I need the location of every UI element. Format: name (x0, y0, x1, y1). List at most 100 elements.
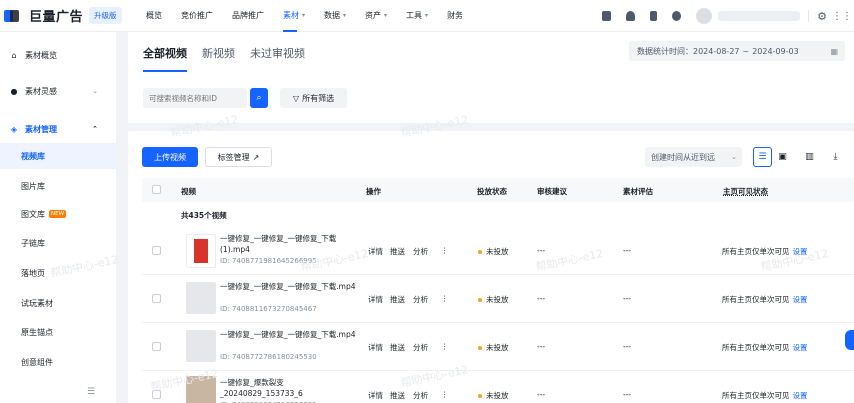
sidebar-sub-image-library[interactable]: 图片库 (0, 173, 116, 199)
push-link[interactable]: 推送 (390, 294, 405, 305)
visibility-settings-link[interactable]: 设置 (793, 247, 808, 256)
video-thumbnail[interactable] (186, 234, 216, 268)
search-button[interactable]: ⌕ (250, 88, 268, 108)
list-view-button[interactable]: ☰ (753, 147, 772, 167)
sidebar-item-overview[interactable]: ⌂ 素材概览 (0, 42, 116, 68)
grid-view-button[interactable]: ▣ (773, 147, 792, 167)
video-thumbnail[interactable] (186, 376, 216, 403)
app-grid-icon[interactable]: ⋮⋮ (832, 11, 852, 22)
analyze-link[interactable]: 分析 (413, 246, 428, 257)
visibility-settings-link[interactable]: 设置 (793, 343, 808, 352)
tag-manage-button[interactable]: 标签管理 ↗ (205, 147, 272, 167)
video-name[interactable]: 一键修复_爆款裂变_20240829_153733_6 (220, 377, 360, 399)
video-name[interactable]: 一键修复_一键修复_一键修复_下载.mp4 (220, 281, 360, 292)
review-value: --- (537, 246, 546, 255)
tab-all-videos[interactable]: 全部视频 (143, 45, 187, 72)
document-icon[interactable] (602, 11, 612, 21)
filter-card: 全部视频 新视频 未过审视频 数据统计时间： 2024-08-27 ~ 2024… (128, 32, 854, 123)
table-row[interactable]: 一键修复_一键修复_一键修复_下载.mp4 ID: 74088116732708… (142, 275, 854, 323)
col-review: 审核建议 (537, 187, 567, 196)
visibility-settings-link[interactable]: 设置 (793, 391, 808, 400)
bell-icon[interactable] (626, 11, 636, 21)
eval-value: --- (623, 294, 632, 303)
eval-value: --- (623, 246, 632, 255)
phone-icon[interactable] (650, 11, 658, 21)
search-input[interactable] (143, 88, 247, 108)
more-icon[interactable]: ⋮ (441, 294, 449, 303)
sidebar-sub-playable[interactable]: 试玩素材 (0, 290, 116, 316)
download-button[interactable]: ⤓ (826, 147, 845, 167)
nav-item-overview[interactable]: 概览 (146, 0, 162, 32)
video-id: ID: 7408811673270845467 (220, 305, 317, 313)
columns-icon: ▥ (805, 152, 814, 162)
row-checkbox[interactable] (152, 246, 161, 255)
tab-new-videos[interactable]: 新视频 (202, 45, 235, 72)
sidebar-sub-graphic-library[interactable]: 图文库 NEW (0, 201, 116, 227)
sidebar-item-inspiration[interactable]: ● 素材灵感 ⌄ (0, 78, 116, 104)
floating-help-tab[interactable] (845, 330, 854, 350)
analyze-link[interactable]: 分析 (413, 294, 428, 305)
sidebar-sub-creative-component[interactable]: 创意组件 (0, 349, 116, 375)
brand-logo[interactable]: 巨量广告 升级版 (4, 6, 124, 25)
help-icon[interactable] (672, 11, 682, 21)
tab-rejected-videos[interactable]: 未过审视频 (250, 45, 305, 72)
account-name-redacted[interactable] (718, 11, 801, 21)
more-icon[interactable]: ⋮ (441, 390, 449, 399)
nav-item-material[interactable]: 素材 ▾ (283, 0, 305, 32)
more-icon[interactable]: ⋮ (441, 246, 449, 255)
table-row[interactable]: 一键修复_一键修复_一键修复_下载 (1).mp4 ID: 7408771981… (142, 227, 854, 275)
visibility-settings-link[interactable]: 设置 (793, 295, 808, 304)
row-checkbox[interactable] (152, 294, 161, 303)
analyze-link[interactable]: 分析 (413, 342, 428, 353)
chevron-down-icon: ▾ (425, 12, 429, 19)
push-link[interactable]: 推送 (390, 342, 405, 353)
nav-item-tools[interactable]: 工具 ▾ (406, 0, 428, 32)
status-badge: 未投放 (478, 342, 509, 353)
sidebar-sub-native-anchor[interactable]: 原生锚点 (0, 319, 116, 345)
status-badge: 未投放 (478, 246, 509, 257)
nav-item-brand[interactable]: 品牌推广 (232, 0, 264, 32)
all-filters-button[interactable]: ▽ 所有筛选 (280, 88, 347, 108)
sidebar: ⌂ 素材概览 ● 素材灵感 ⌄ ◈ 素材管理 ⌃ 视频库 图片库 图文库 NEW … (0, 32, 116, 403)
sidebar-item-material-manage[interactable]: ◈ 素材管理 ⌃ (0, 116, 116, 142)
col-visibility[interactable]: 主页可见状态 (723, 186, 768, 197)
sidebar-sub-sublink-library[interactable]: 子链库 (0, 230, 116, 256)
nav-item-assets[interactable]: 资产 ▾ (365, 0, 387, 32)
collapse-sidebar-icon[interactable]: ☰ (87, 387, 95, 397)
video-count: 共435个视频 (181, 211, 227, 220)
status-badge: 未投放 (478, 390, 509, 401)
nav-item-data[interactable]: 数据 ▾ (324, 0, 346, 32)
push-link[interactable]: 推送 (390, 246, 405, 257)
detail-link[interactable]: 详情 (368, 342, 383, 353)
detail-link[interactable]: 详情 (368, 246, 383, 257)
nav-item-bidding[interactable]: 竞价推广 (181, 0, 213, 32)
video-thumbnail[interactable] (186, 330, 216, 362)
detail-link[interactable]: 详情 (368, 390, 383, 401)
table-row[interactable]: 一键修复_一键修复_一键修复_下载.mp4 ID: 74087727861802… (142, 323, 854, 371)
brand-mark-icon (4, 9, 19, 22)
video-name[interactable]: 一键修复_一键修复_一键修复_下载 (1).mp4 (220, 233, 360, 255)
select-all-checkbox[interactable] (152, 185, 161, 194)
col-eval: 素材评估 (623, 187, 653, 196)
columns-button[interactable]: ▥ (800, 147, 819, 167)
more-icon[interactable]: ⋮ (441, 342, 449, 351)
detail-link[interactable]: 详情 (368, 294, 383, 305)
sidebar-sub-landing-page[interactable]: 落地页 (0, 260, 116, 286)
push-link[interactable]: 推送 (390, 390, 405, 401)
video-thumbnail[interactable] (186, 282, 216, 314)
gear-icon[interactable]: ⚙ (817, 10, 827, 23)
table-row[interactable]: 一键修复_爆款裂变_20240829_153733_6 ID: 74088211… (142, 371, 854, 403)
nav-item-finance[interactable]: 财务 (447, 0, 463, 32)
date-range-picker[interactable]: 数据统计时间： 2024-08-27 ~ 2024-09-03 ▦ (629, 41, 845, 61)
avatar[interactable] (696, 8, 713, 24)
video-name[interactable]: 一键修复_一键修复_一键修复_下载.mp4 (220, 329, 360, 340)
upgrade-badge[interactable]: 升级版 (89, 7, 122, 24)
external-link-icon: ↗ (252, 152, 260, 162)
sort-select[interactable]: 创建时间从近到远 ⌄ (645, 147, 742, 167)
analyze-link[interactable]: 分析 (413, 390, 428, 401)
upload-video-button[interactable]: 上传视频 (142, 147, 198, 167)
main-nav: 概览 竞价推广 品牌推广 素材 ▾ 数据 ▾ 资产 ▾ 工具 ▾ 财务 (146, 0, 482, 32)
row-checkbox[interactable] (152, 342, 161, 351)
row-checkbox[interactable] (152, 390, 161, 399)
sidebar-sub-video-library[interactable]: 视频库 (0, 143, 116, 169)
